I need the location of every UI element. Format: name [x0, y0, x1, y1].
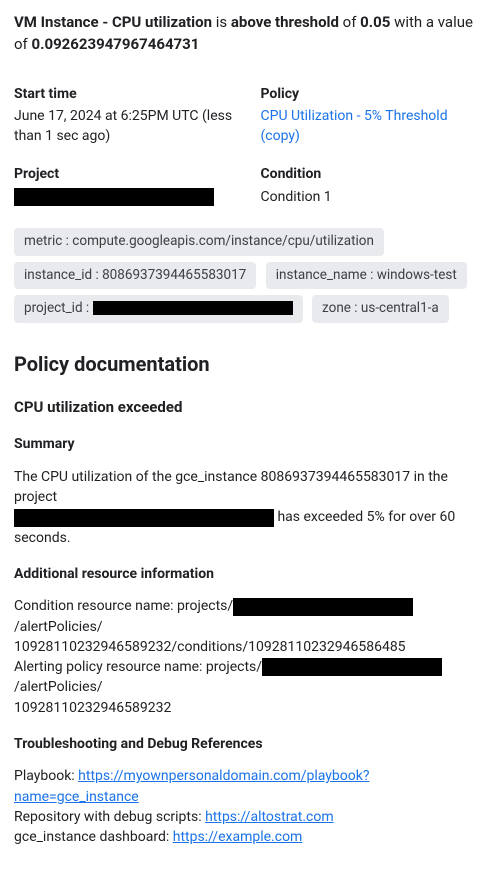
condition-label: Condition [261, 164, 488, 184]
policy-documentation-heading: Policy documentation [14, 350, 487, 379]
chip-zone: zone : us-central1-a [312, 295, 449, 323]
condition-project-redacted [233, 598, 413, 616]
project-label: Project [14, 164, 241, 184]
summary-text: The CPU utilization of the gce_instance … [14, 467, 487, 548]
policy-block: Policy CPU Utilization - 5% Threshold (c… [261, 84, 488, 147]
start-time-label: Start time [14, 84, 241, 104]
resource-info: Condition resource name: projects/ /aler… [14, 596, 487, 718]
alert-project-redacted [262, 658, 442, 676]
headline-threshold: 0.05 [360, 13, 390, 31]
project-block: Project [14, 164, 241, 207]
chip-project-id: project_id : [14, 295, 303, 323]
chip-instance-name: instance_name : windows-test [266, 262, 467, 290]
project-value-redacted [14, 188, 214, 206]
headline-value: 0.092623947967464731 [32, 35, 200, 53]
headline-state: above threshold [231, 13, 339, 31]
chip-metric: metric : compute.googleapis.com/instance… [14, 228, 384, 256]
doc-title: CPU utilization exceeded [14, 397, 487, 419]
additional-resource-heading: Additional resource information [14, 564, 487, 584]
troubleshooting-links: Playbook: https://myownpersonaldomain.co… [14, 766, 487, 847]
troubleshooting-heading: Troubleshooting and Debug References [14, 734, 487, 754]
headline-subject: VM Instance - CPU utilization [14, 13, 212, 31]
policy-link[interactable]: CPU Utilization - 5% Threshold (copy) [261, 108, 448, 144]
dashboard-link[interactable]: https://example.com [173, 829, 303, 845]
label-chips: metric : compute.googleapis.com/instance… [14, 225, 487, 326]
start-time-value: June 17, 2024 at 6:25PM UTC (less than 1… [14, 106, 241, 147]
condition-value: Condition 1 [261, 187, 488, 207]
repo-link[interactable]: https://altostrat.com [205, 809, 334, 825]
condition-block: Condition Condition 1 [261, 164, 488, 207]
policy-label: Policy [261, 84, 488, 104]
chip-project-id-redacted [93, 301, 293, 315]
alert-headline: VM Instance - CPU utilization is above t… [14, 12, 487, 56]
chip-instance-id: instance_id : 8086937394465583017 [14, 262, 256, 290]
info-row-1: Start time June 17, 2024 at 6:25PM UTC (… [14, 84, 487, 147]
start-time-block: Start time June 17, 2024 at 6:25PM UTC (… [14, 84, 241, 147]
summary-project-redacted [14, 509, 274, 527]
summary-heading: Summary [14, 434, 487, 454]
info-row-2: Project Condition Condition 1 [14, 164, 487, 207]
